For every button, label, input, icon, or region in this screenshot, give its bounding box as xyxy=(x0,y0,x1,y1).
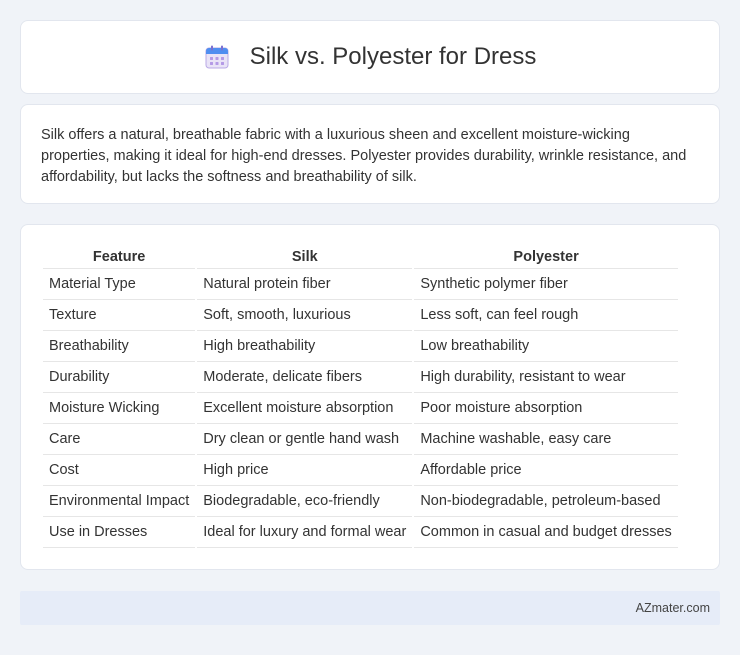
polyester-cell: Synthetic polymer fiber xyxy=(414,269,678,300)
table-row: Cost High price Affordable price xyxy=(43,455,678,486)
footer-brand[interactable]: AZmater.com xyxy=(636,601,710,615)
silk-cell: Natural protein fiber xyxy=(197,269,413,300)
feature-cell: Cost xyxy=(43,455,196,486)
table-row: Breathability High breathability Low bre… xyxy=(43,331,678,362)
feature-cell: Care xyxy=(43,424,196,455)
feature-cell: Texture xyxy=(43,300,196,331)
intro-card: Silk offers a natural, breathable fabric… xyxy=(20,104,720,204)
table-row: Use in Dresses Ideal for luxury and form… xyxy=(43,517,678,548)
polyester-cell: Less soft, can feel rough xyxy=(414,300,678,331)
header-silk: Silk xyxy=(197,247,413,269)
feature-cell: Breathability xyxy=(43,331,196,362)
calendar-icon xyxy=(205,45,229,69)
comparison-table: Feature Silk Polyester Material Type Nat… xyxy=(41,247,680,548)
silk-cell: Biodegradable, eco-friendly xyxy=(197,486,413,517)
feature-cell: Use in Dresses xyxy=(43,517,196,548)
feature-cell: Durability xyxy=(43,362,196,393)
polyester-cell: Common in casual and budget dresses xyxy=(414,517,678,548)
polyester-cell: Machine washable, easy care xyxy=(414,424,678,455)
header-polyester: Polyester xyxy=(414,247,678,269)
table-row: Durability Moderate, delicate fibers Hig… xyxy=(43,362,678,393)
silk-cell: High price xyxy=(197,455,413,486)
footer: AZmater.com xyxy=(20,591,720,625)
title-wrap: Silk vs. Polyester for Dress xyxy=(204,43,537,71)
intro-text: Silk offers a natural, breathable fabric… xyxy=(41,127,687,186)
table-row: Texture Soft, smooth, luxurious Less sof… xyxy=(43,300,678,331)
page-title: Silk vs. Polyester for Dress xyxy=(249,43,537,70)
title-card: Silk vs. Polyester for Dress xyxy=(20,20,720,94)
polyester-cell: Non-biodegradable, petroleum-based xyxy=(414,486,678,517)
silk-cell: Ideal for luxury and formal wear xyxy=(197,517,413,548)
polyester-cell: Poor moisture absorption xyxy=(414,393,678,424)
silk-cell: Moderate, delicate fibers xyxy=(197,362,413,393)
feature-cell: Material Type xyxy=(43,269,196,300)
silk-cell: Soft, smooth, luxurious xyxy=(197,300,413,331)
table-header-row: Feature Silk Polyester xyxy=(43,247,678,269)
comparison-table-card: Feature Silk Polyester Material Type Nat… xyxy=(20,224,720,570)
polyester-cell: Low breathability xyxy=(414,331,678,362)
table-row: Care Dry clean or gentle hand wash Machi… xyxy=(43,424,678,455)
table-row: Environmental Impact Biodegradable, eco-… xyxy=(43,486,678,517)
polyester-cell: Affordable price xyxy=(414,455,678,486)
silk-cell: Dry clean or gentle hand wash xyxy=(197,424,413,455)
polyester-cell: High durability, resistant to wear xyxy=(414,362,678,393)
feature-cell: Moisture Wicking xyxy=(43,393,196,424)
table-row: Material Type Natural protein fiber Synt… xyxy=(43,269,678,300)
feature-cell: Environmental Impact xyxy=(43,486,196,517)
header-feature: Feature xyxy=(43,247,196,269)
silk-cell: Excellent moisture absorption xyxy=(197,393,413,424)
table-row: Moisture Wicking Excellent moisture abso… xyxy=(43,393,678,424)
silk-cell: High breathability xyxy=(197,331,413,362)
